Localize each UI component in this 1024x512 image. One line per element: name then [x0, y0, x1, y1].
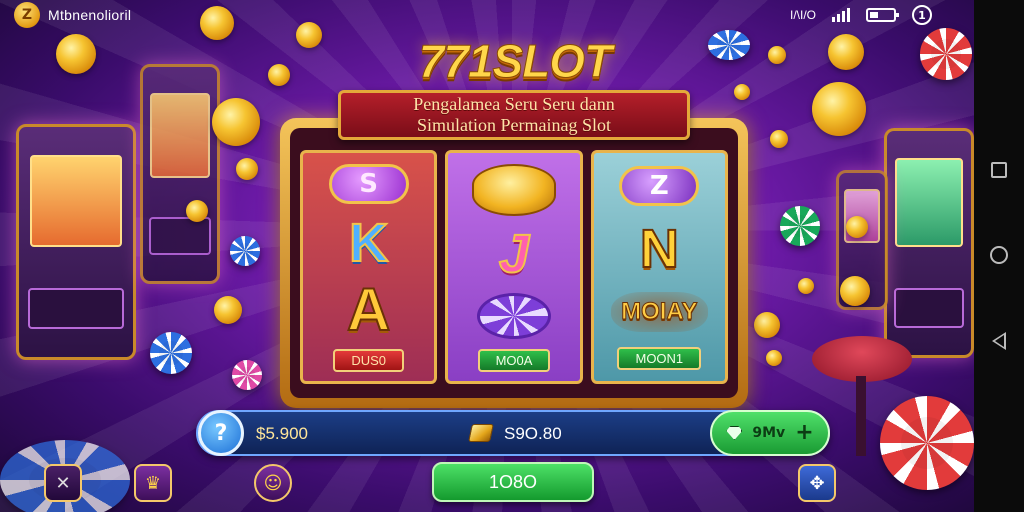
coin-icon	[212, 98, 260, 146]
poker-chip-icon	[232, 360, 262, 390]
status-bar: Z Mtbnenolioril I/\I/O 1	[0, 0, 974, 30]
arcade-machine-left-near	[140, 64, 220, 284]
coin-icon	[770, 130, 788, 148]
gold-bar-icon	[468, 424, 494, 442]
reels-container: S K A DUS0 J MO0A Z N MOIAY MOON1	[290, 128, 738, 398]
reel-2: J MO0A	[445, 150, 583, 384]
puzzle-button[interactable]: ✥	[798, 464, 836, 502]
add-credits-label: 9Mv	[752, 425, 786, 441]
puzzle-icon: ✥	[809, 472, 825, 494]
poker-chip-icon	[230, 236, 260, 266]
coin-icon	[768, 46, 786, 64]
app-name: Mtbnenolioril	[48, 7, 132, 23]
poker-chip-symbol-icon	[476, 292, 551, 339]
coin-icon	[812, 82, 866, 136]
status-icons: I/\I/O 1	[790, 5, 932, 25]
coin-icon	[56, 34, 96, 74]
a-symbol-icon: A	[346, 275, 391, 343]
balance-value: $5.900	[256, 424, 308, 443]
poker-chip-icon	[708, 30, 750, 60]
poker-chip-icon	[880, 396, 974, 490]
coin-icon	[754, 312, 780, 338]
reel-1: S K A DUS0	[300, 150, 438, 384]
treasure-icon: ♛	[144, 472, 162, 494]
info-icon[interactable]: 1	[912, 5, 932, 25]
coin-icon	[828, 34, 864, 70]
coin-icon	[846, 216, 868, 238]
reel-3-label: MOON1	[617, 346, 702, 370]
reel-2-label: MO0A	[477, 348, 551, 372]
poker-chip-icon	[920, 28, 972, 80]
character-button[interactable]: ☺	[254, 464, 292, 502]
bet-value: S9O.80	[504, 424, 562, 443]
poker-chip-icon	[150, 332, 192, 374]
subtitle-line-1: Pengalamea Seru Seru dann	[413, 94, 615, 114]
coin-icon	[236, 158, 258, 180]
app-logo-icon: Z	[14, 2, 40, 28]
slot-machine-frame: S K A DUS0 J MO0A Z N MOIAY MOON1	[280, 118, 748, 408]
gem-icon	[726, 426, 743, 440]
subtitle-line-2: Simulation Permainag Slot	[417, 115, 611, 135]
add-credits-button[interactable]: 9Mv +	[710, 410, 830, 456]
bar-stool-leg	[856, 376, 866, 456]
reel-1-label: DUS0	[333, 348, 404, 372]
battery-icon	[866, 8, 899, 22]
coin-icon	[214, 296, 242, 324]
game-title: 771SLOT	[418, 35, 612, 88]
z-token-icon: Z	[619, 166, 700, 207]
reel-3: Z N MOIAY MOON1	[590, 150, 728, 384]
coin-icon	[268, 64, 290, 86]
j-symbol-icon: J	[498, 224, 530, 285]
subtitle-banner: Pengalamea Seru Seru dann Simulation Per…	[338, 90, 690, 140]
arcade-machine-right	[884, 128, 974, 358]
coin-icon	[840, 276, 870, 306]
coin-stack-icon	[471, 164, 556, 217]
moiay-symbol-icon: MOIAY	[611, 291, 708, 332]
crossed-tools-icon: ✕	[55, 472, 71, 494]
system-nav-bar	[974, 0, 1024, 512]
spin-button[interactable]: 1O8O	[432, 462, 594, 502]
signal-icon	[832, 8, 850, 22]
arcade-machine-left-far	[16, 124, 136, 360]
coin-icon	[734, 84, 750, 100]
s-token-icon: S	[328, 164, 409, 205]
recent-apps-icon[interactable]	[991, 162, 1007, 178]
home-icon[interactable]	[990, 246, 1008, 264]
back-icon[interactable]	[992, 332, 1006, 350]
poker-chip-icon	[780, 206, 820, 246]
status-code: I/\I/O	[789, 8, 816, 22]
plus-icon: +	[795, 420, 814, 445]
balance-bar: ? $5.900 S9O.80 9Mv +	[196, 410, 830, 456]
coin-icon	[766, 350, 782, 366]
n-symbol-icon: N	[639, 219, 680, 280]
k-symbol-icon: K	[348, 213, 389, 274]
coin-icon	[186, 200, 208, 222]
character-icon: ☺	[263, 472, 283, 494]
crossed-tools-button[interactable]: ✕	[44, 464, 82, 502]
treasure-button[interactable]: ♛	[134, 464, 172, 502]
help-button[interactable]: ?	[198, 410, 244, 456]
coin-icon	[798, 278, 814, 294]
